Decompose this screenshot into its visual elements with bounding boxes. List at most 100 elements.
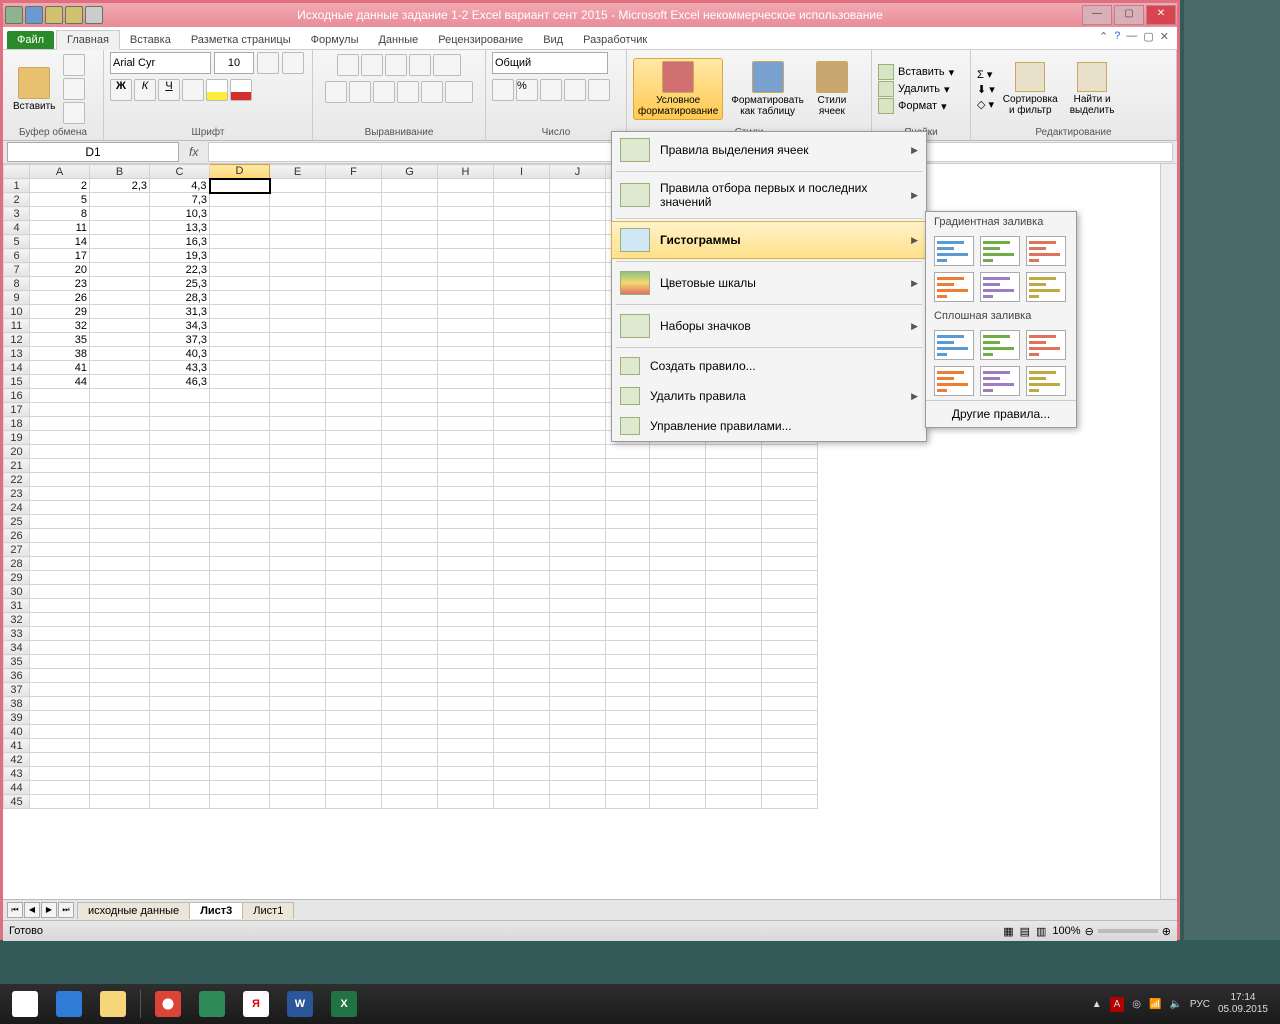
cell-P34[interactable] <box>650 641 706 655</box>
cell-Q21[interactable] <box>706 459 762 473</box>
currency-icon[interactable] <box>492 79 514 101</box>
databar-lightblue-gradient[interactable] <box>1026 272 1066 302</box>
cell-J31[interactable] <box>550 599 606 613</box>
col-header-H[interactable]: H <box>438 165 494 179</box>
cell-C30[interactable] <box>150 585 210 599</box>
cell-F11[interactable] <box>326 319 382 333</box>
cell-Q22[interactable] <box>706 473 762 487</box>
cell-D26[interactable] <box>210 529 270 543</box>
cell-C27[interactable] <box>150 543 210 557</box>
cell-E42[interactable] <box>270 753 326 767</box>
cell-J11[interactable] <box>550 319 606 333</box>
cell-D25[interactable] <box>210 515 270 529</box>
autosum-icon[interactable]: Σ ▾ <box>977 68 995 81</box>
cell-G40[interactable] <box>382 725 438 739</box>
cell-F38[interactable] <box>326 697 382 711</box>
cell-B15[interactable] <box>90 375 150 389</box>
cell-P27[interactable] <box>650 543 706 557</box>
cell-G28[interactable] <box>382 557 438 571</box>
cell-H8[interactable] <box>438 277 494 291</box>
cell-I33[interactable] <box>494 627 550 641</box>
cell-A19[interactable] <box>30 431 90 445</box>
cell-D27[interactable] <box>210 543 270 557</box>
cell-Q40[interactable] <box>706 725 762 739</box>
cell-R28[interactable] <box>762 557 818 571</box>
cell-F29[interactable] <box>326 571 382 585</box>
cell-B43[interactable] <box>90 767 150 781</box>
row-header-34[interactable]: 34 <box>4 641 30 655</box>
cell-G39[interactable] <box>382 711 438 725</box>
cell-G45[interactable] <box>382 795 438 809</box>
sheet-nav-prev[interactable]: ◀ <box>24 902 40 918</box>
taskbar-excel[interactable]: X <box>323 988 365 1020</box>
cell-J38[interactable] <box>550 697 606 711</box>
menu-clear-rules[interactable]: Удалить правила▶ <box>612 381 926 411</box>
cell-P28[interactable] <box>650 557 706 571</box>
undo-icon[interactable] <box>45 6 63 24</box>
conditional-formatting-button[interactable]: Условное форматирование <box>633 58 723 120</box>
cell-C33[interactable] <box>150 627 210 641</box>
cell-J9[interactable] <box>550 291 606 305</box>
cell-J14[interactable] <box>550 361 606 375</box>
row-header-3[interactable]: 3 <box>4 207 30 221</box>
tab-file[interactable]: Файл <box>7 31 54 49</box>
cell-B26[interactable] <box>90 529 150 543</box>
cell-P30[interactable] <box>650 585 706 599</box>
cell-D29[interactable] <box>210 571 270 585</box>
cell-G8[interactable] <box>382 277 438 291</box>
cell-I31[interactable] <box>494 599 550 613</box>
zoom-out-button[interactable]: ⊖ <box>1085 925 1094 938</box>
cell-H40[interactable] <box>438 725 494 739</box>
cell-G9[interactable] <box>382 291 438 305</box>
cell-C6[interactable]: 19,3 <box>150 249 210 263</box>
cell-B21[interactable] <box>90 459 150 473</box>
cell-C32[interactable] <box>150 613 210 627</box>
cell-I2[interactable] <box>494 193 550 207</box>
cell-I45[interactable] <box>494 795 550 809</box>
cell-C7[interactable]: 22,3 <box>150 263 210 277</box>
cell-F17[interactable] <box>326 403 382 417</box>
cell-D30[interactable] <box>210 585 270 599</box>
row-header-39[interactable]: 39 <box>4 711 30 725</box>
cell-G16[interactable] <box>382 389 438 403</box>
cell-C37[interactable] <box>150 683 210 697</box>
cell-D28[interactable] <box>210 557 270 571</box>
taskbar-yandex[interactable]: Я <box>235 988 277 1020</box>
cell-E4[interactable] <box>270 221 326 235</box>
cell-E8[interactable] <box>270 277 326 291</box>
cell-J36[interactable] <box>550 669 606 683</box>
cell-J35[interactable] <box>550 655 606 669</box>
cell-F26[interactable] <box>326 529 382 543</box>
menu-top-bottom-rules[interactable]: Правила отбора первых и последних значен… <box>612 175 926 215</box>
align-left-icon[interactable] <box>325 81 347 103</box>
cell-F22[interactable] <box>326 473 382 487</box>
cell-E31[interactable] <box>270 599 326 613</box>
cell-G25[interactable] <box>382 515 438 529</box>
cell-A4[interactable]: 11 <box>30 221 90 235</box>
cell-J17[interactable] <box>550 403 606 417</box>
cell-C12[interactable]: 37,3 <box>150 333 210 347</box>
cell-J32[interactable] <box>550 613 606 627</box>
cell-R31[interactable] <box>762 599 818 613</box>
cell-P21[interactable] <box>650 459 706 473</box>
cell-G38[interactable] <box>382 697 438 711</box>
cell-G44[interactable] <box>382 781 438 795</box>
cell-H16[interactable] <box>438 389 494 403</box>
cell-Q33[interactable] <box>706 627 762 641</box>
cell-J21[interactable] <box>550 459 606 473</box>
cell-G33[interactable] <box>382 627 438 641</box>
row-header-8[interactable]: 8 <box>4 277 30 291</box>
cell-G30[interactable] <box>382 585 438 599</box>
cell-J13[interactable] <box>550 347 606 361</box>
row-header-37[interactable]: 37 <box>4 683 30 697</box>
cell-C17[interactable] <box>150 403 210 417</box>
cell-F2[interactable] <box>326 193 382 207</box>
cell-R25[interactable] <box>762 515 818 529</box>
cell-Q30[interactable] <box>706 585 762 599</box>
cell-I6[interactable] <box>494 249 550 263</box>
indent-inc-icon[interactable] <box>421 81 443 103</box>
cell-E38[interactable] <box>270 697 326 711</box>
cell-J44[interactable] <box>550 781 606 795</box>
cell-C38[interactable] <box>150 697 210 711</box>
cell-A38[interactable] <box>30 697 90 711</box>
